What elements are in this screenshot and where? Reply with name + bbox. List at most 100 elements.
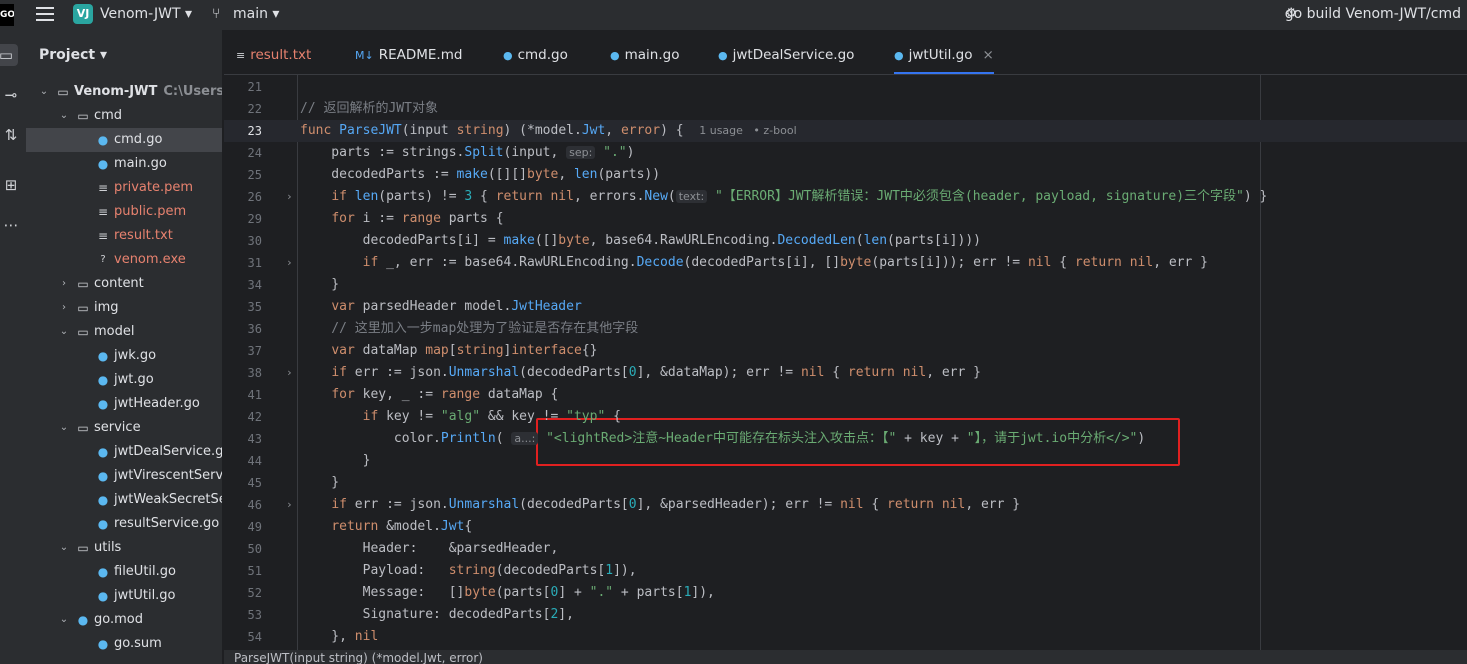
go-file-icon: ●	[894, 49, 904, 62]
tree-file[interactable]: ● jwtDealService.go	[26, 440, 222, 464]
tree-folder[interactable]: ⌄ ▭ utils	[26, 536, 222, 560]
tree-folder[interactable]: › ▭ img	[26, 296, 222, 320]
structure-icon[interactable]: ⊞	[0, 174, 22, 196]
line-number: 36	[247, 322, 262, 336]
code-text: Payload: string(decodedParts[1]),	[300, 563, 637, 578]
code-text: // 返回解析的JWT对象	[300, 101, 438, 116]
tree-folder[interactable]: ⌄ ▭ Venom-JWTC:\Users\	[26, 80, 222, 104]
chevron-down-icon[interactable]: ⌄	[58, 320, 70, 344]
chevron-down-icon[interactable]: ⌄	[58, 416, 70, 440]
tree-folder[interactable]: ⌄ ▭ cmd	[26, 104, 222, 128]
code-line[interactable]: 54 }, nil	[224, 626, 1467, 648]
code-line[interactable]: 23 func ParseJWT(input string) (*model.Jw…	[224, 120, 1467, 142]
run-config-selector[interactable]: go build Venom-JWT/cmd	[1285, 6, 1461, 22]
tree-file[interactable]: ● jwtWeakSecretService.go	[26, 488, 222, 512]
code-line[interactable]: 36 // 这里加入一步map处理为了验证是否存在其他字段	[224, 318, 1467, 340]
branch-switcher[interactable]: main ▾	[233, 6, 279, 22]
more-tools-icon[interactable]: ⋯	[0, 214, 22, 236]
tree-folder[interactable]: ⌄ ▭ model	[26, 320, 222, 344]
tree-item-label: Venom-JWTC:\Users\	[74, 80, 222, 104]
tree-file[interactable]: ≡ result.txt	[26, 224, 222, 248]
tree-file[interactable]: ● fileUtil.go	[26, 560, 222, 584]
tree-folder[interactable]: ⌄ ▭ service	[26, 416, 222, 440]
code-line[interactable]: 21	[224, 76, 1467, 98]
code-text: func ParseJWT(input string) (*model.Jwt,…	[300, 123, 797, 138]
go-file-icon: ●	[97, 589, 109, 603]
editor-tab[interactable]: ≡ result.txt	[236, 30, 311, 74]
tree-file[interactable]: ● jwtHeader.go	[26, 392, 222, 416]
line-number: 21	[247, 80, 262, 94]
code-line[interactable]: 46 › if err := json.Unmarshal(decodedPart…	[224, 494, 1467, 516]
tree-file[interactable]: ● jwk.go	[26, 344, 222, 368]
tree-file[interactable]: ● jwt.go	[26, 368, 222, 392]
tree-file[interactable]: ● jwtVirescentService.go	[26, 464, 222, 488]
code-line[interactable]: 25 decodedParts := make([][]byte, len(pa…	[224, 164, 1467, 186]
project-panel-header[interactable]: Project ▾	[39, 47, 107, 63]
code-line[interactable]: 38 › if err := json.Unmarshal(decodedPart…	[224, 362, 1467, 384]
chevron-right-icon[interactable]: ›	[58, 296, 70, 320]
editor-tab[interactable]: ● jwtDealService.go	[718, 30, 854, 74]
code-line[interactable]: 35 var parsedHeader model.JwtHeader	[224, 296, 1467, 318]
fold-chevron-icon[interactable]: ›	[286, 362, 293, 384]
code-line[interactable]: 37 var dataMap map[string]interface{}	[224, 340, 1467, 362]
line-number: 29	[247, 212, 262, 226]
tree-item-label: model	[94, 324, 135, 339]
code-text: var parsedHeader model.JwtHeader	[331, 299, 582, 314]
project-folder-icon[interactable]: ▭	[0, 44, 18, 66]
code-line[interactable]: 42 if key != "alg" && key != "typ" {	[224, 406, 1467, 428]
fold-chevron-icon[interactable]: ›	[286, 494, 293, 516]
code-line[interactable]: 30 decodedParts[i] = make([]byte, base64…	[224, 230, 1467, 252]
fold-chevron-icon[interactable]: ›	[286, 252, 293, 274]
commit-icon[interactable]: ⊸	[0, 84, 22, 106]
editor-tab[interactable]: ● cmd.go	[503, 30, 568, 74]
tree-file[interactable]: ● resultService.go	[26, 512, 222, 536]
line-number: 24	[247, 146, 262, 160]
project-switcher[interactable]: Venom-JWT ▾	[100, 6, 192, 22]
tree-file[interactable]: ● main.go	[26, 152, 222, 176]
editor-tab[interactable]: ● jwtUtil.go ×	[894, 30, 994, 74]
code-line[interactable]: 26 › if len(parts) != 3 { return nil, err…	[224, 186, 1467, 208]
tree-file[interactable]: ≡ public.pem	[26, 200, 222, 224]
code-line[interactable]: 34 }	[224, 274, 1467, 296]
code-line[interactable]: 53 Signature: decodedParts[2],	[224, 604, 1467, 626]
code-line[interactable]: 41 for key, _ := range dataMap {	[224, 384, 1467, 406]
tree-file[interactable]: ? venom.exe	[26, 248, 222, 272]
code-line[interactable]: 31 › if _, err := base64.RawURLEncoding.D…	[224, 252, 1467, 274]
chevron-down-icon[interactable]: ⌄	[38, 80, 50, 104]
tree-folder[interactable]: › ▭ content	[26, 272, 222, 296]
code-text: }	[300, 475, 340, 490]
pull-requests-icon[interactable]: ⇅	[0, 124, 22, 146]
fold-chevron-icon[interactable]: ›	[286, 186, 293, 208]
code-line[interactable]: 22 // 返回解析的JWT对象	[224, 98, 1467, 120]
tree-item-label: jwtWeakSecretService.go	[114, 492, 222, 507]
code-line[interactable]: 50 Header: &parsedHeader,	[224, 538, 1467, 560]
editor-tab[interactable]: M↓ README.md	[355, 30, 462, 74]
project-tree: ⌄▭Venom-JWTC:\Users\⌄▭cmd●cmd.go●main.go…	[26, 80, 222, 656]
code-line[interactable]: 44 }	[224, 450, 1467, 472]
code-line[interactable]: 52 Message: []byte(parts[0] + "." + part…	[224, 582, 1467, 604]
editor-tab[interactable]: ● main.go	[610, 30, 679, 74]
tree-file[interactable]: ⌄ ● go.mod	[26, 608, 222, 632]
chevron-down-icon[interactable]: ⌄	[58, 104, 70, 128]
line-number: 53	[247, 608, 262, 622]
code-line[interactable]: 24 parts := strings.Split(input, sep: ".…	[224, 142, 1467, 164]
main-menu-icon[interactable]	[36, 7, 54, 23]
code-editor[interactable]: 21 22 // 返回解析的JWT对象 23 func ParseJWT(input s…	[224, 75, 1467, 650]
code-line[interactable]: 29 for i := range parts {	[224, 208, 1467, 230]
chevron-down-icon[interactable]: ⌄	[58, 608, 70, 632]
code-line[interactable]: 45 }	[224, 472, 1467, 494]
tree-file[interactable]: ● jwtUtil.go	[26, 584, 222, 608]
code-line[interactable]: 43 color.Println( a...: "<lightRed>注意~He…	[224, 428, 1467, 450]
tree-file[interactable]: ● cmd.go	[26, 128, 222, 152]
chevron-down-icon[interactable]: ⌄	[58, 536, 70, 560]
tree-file[interactable]: ≡ private.pem	[26, 176, 222, 200]
chevron-right-icon[interactable]: ›	[58, 272, 70, 296]
tree-file[interactable]: ● go.sum	[26, 632, 222, 656]
code-line[interactable]: 49 return &model.Jwt{	[224, 516, 1467, 538]
go-file-icon: ●	[97, 469, 109, 483]
project-badge[interactable]: VJ	[73, 4, 93, 24]
line-number: 30	[247, 234, 262, 248]
go-file-icon: ●	[97, 445, 109, 459]
code-line[interactable]: 51 Payload: string(decodedParts[1]),	[224, 560, 1467, 582]
close-tab-icon[interactable]: ×	[983, 47, 994, 63]
